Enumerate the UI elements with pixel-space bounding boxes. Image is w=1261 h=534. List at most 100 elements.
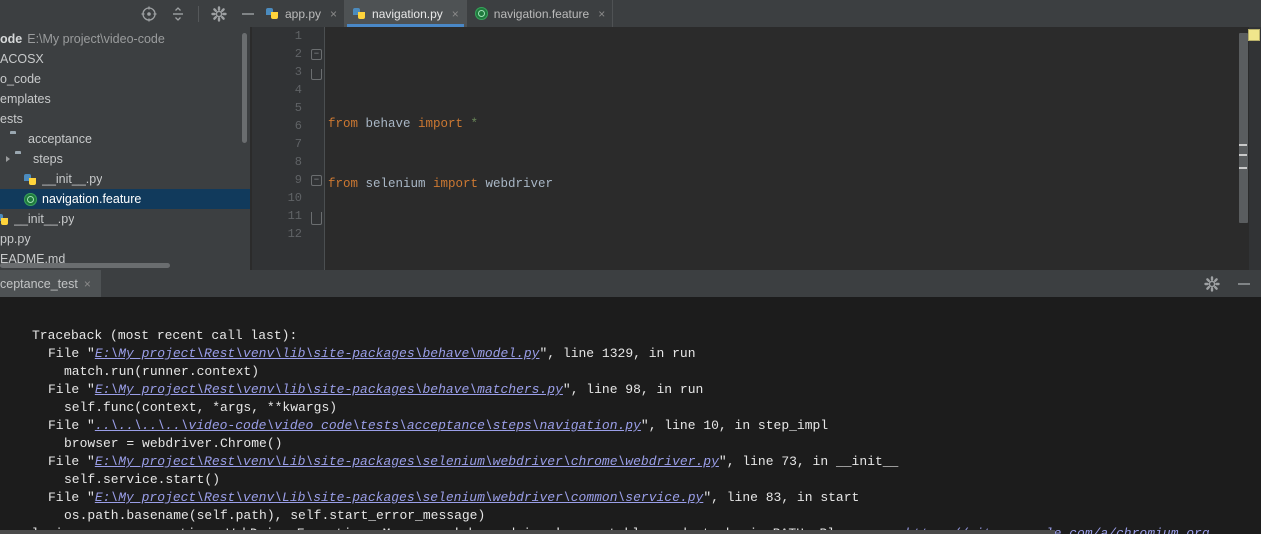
fold-end-icon[interactable] (311, 69, 322, 80)
code-text-area[interactable]: from behave import * from selenium impor… (328, 27, 1261, 270)
token-keyword: from (328, 117, 359, 131)
console-text: ", line 1329, in run (539, 346, 696, 361)
tree-item-project-root[interactable]: ode E:\My project\video-code (0, 29, 250, 49)
python-file-icon (0, 213, 9, 226)
console-tab-acceptance-test[interactable]: ceptance_test × (0, 270, 101, 297)
fold-collapse-icon[interactable]: − (311, 49, 322, 60)
tab-label: navigation.py (372, 6, 443, 21)
console-lines: Traceback (most recent call last): File "… (0, 327, 1261, 534)
close-icon[interactable]: × (452, 8, 459, 20)
console-horizontal-scrollbar[interactable] (0, 530, 1055, 534)
minimize-icon[interactable] (239, 5, 257, 23)
code-folding-gutter[interactable]: − − (310, 27, 324, 270)
console-output[interactable]: Traceback (most recent call last): File "… (0, 297, 1261, 534)
console-toolbar (0, 270, 1261, 297)
console-text: self.service.start() (64, 472, 221, 487)
file-path-link[interactable]: E:\My project\Rest\venv\Lib\site-package… (95, 490, 704, 505)
line-number: 6 (294, 119, 302, 133)
tree-item-label: steps (33, 152, 63, 166)
console-line: File "E:\My project\Rest\venv\lib\site-p… (0, 345, 1261, 363)
token-identifier: webdriver (478, 177, 554, 191)
stripe-marker[interactable] (1239, 154, 1247, 156)
tree-item-label: o_code (0, 72, 42, 86)
file-path-link[interactable]: E:\My project\Rest\venv\Lib\site-package… (95, 454, 719, 469)
console-text: os.path.basename(self.path), self.start_… (64, 508, 486, 523)
console-text: match.run(runner.context) (64, 364, 260, 379)
line-number: 12 (287, 227, 302, 241)
gear-icon[interactable] (210, 5, 228, 23)
close-icon[interactable]: × (330, 8, 337, 20)
tree-item-path: E:\My project\video-code (27, 32, 165, 46)
console-line: File "E:\My project\Rest\venv\lib\site-p… (0, 381, 1261, 399)
tree-item-o-code[interactable]: o_code (0, 69, 250, 89)
toolbar-divider (198, 5, 199, 22)
file-path-link[interactable]: E:\My project\Rest\venv\lib\site-package… (95, 346, 540, 361)
line-number: 9 (294, 173, 302, 187)
feature-file-icon (474, 7, 488, 20)
gutter-edge-divider (324, 27, 325, 270)
tree-item-tests[interactable]: ests (0, 109, 250, 129)
error-stripe-gutter[interactable] (1248, 27, 1261, 270)
console-text: browser = webdriver.Chrome() (64, 436, 283, 451)
console-line: os.path.basename(self.path), self.start_… (0, 507, 1261, 525)
tree-item-steps-init-py[interactable]: __init__.py (0, 169, 250, 189)
tree-item-label: navigation.feature (42, 192, 142, 206)
project-tree[interactable]: ode E:\My project\video-code ACOSX o_cod… (0, 27, 250, 270)
tree-item-macosx[interactable]: ACOSX (0, 49, 250, 69)
tree-item-app-py[interactable]: pp.py (0, 229, 250, 249)
tab-app-py[interactable]: app.py × (258, 0, 345, 27)
ide-window: app.py × navigation.py × navigation.feat… (0, 0, 1261, 534)
console-line: browser = webdriver.Chrome() (0, 435, 1261, 453)
fold-end-icon[interactable] (311, 212, 322, 225)
tab-divider (612, 0, 614, 27)
code-editor[interactable]: 1 2 3 4 5 6 7 8 9 10 11 12 − − from beha… (252, 27, 1261, 270)
minimize-icon[interactable] (1235, 275, 1253, 293)
code-line-3: from selenium import webdriver (328, 175, 1261, 193)
file-path-link[interactable]: ..\..\..\..\video-code\video code\tests\… (95, 418, 641, 433)
close-icon[interactable]: × (598, 8, 605, 20)
line-number: 11 (287, 209, 302, 223)
sidebar-vertical-scrollbar[interactable] (242, 33, 247, 143)
tree-item-steps[interactable]: steps (0, 149, 250, 169)
chevron-right-icon[interactable] (6, 156, 10, 162)
locate-icon[interactable] (140, 5, 158, 23)
tab-label: navigation.feature (493, 6, 590, 21)
tree-item-acceptance[interactable]: acceptance (0, 129, 250, 149)
folder-icon (10, 133, 23, 146)
console-text: ", line 98, in run (562, 382, 704, 397)
tree-item-init-py[interactable]: __init__.py (0, 209, 250, 229)
editor-vertical-scrollbar[interactable] (1239, 33, 1248, 223)
console-text: File " (48, 346, 95, 361)
tree-item-label: ACOSX (0, 52, 44, 66)
file-path-link[interactable]: E:\My project\Rest\venv\lib\site-package… (95, 382, 563, 397)
code-line-2: from behave import * (328, 115, 1261, 133)
warning-marker-icon[interactable] (1248, 29, 1260, 41)
tree-item-label: ests (0, 112, 23, 126)
project-toolbar-icons (140, 0, 257, 27)
console-line: self.service.start() (0, 471, 1261, 489)
python-file-icon (353, 7, 366, 20)
console-line: match.run(runner.context) (0, 363, 1261, 381)
tab-navigation-py[interactable]: navigation.py × (345, 0, 466, 27)
close-icon[interactable]: × (84, 277, 91, 291)
token-module: selenium (358, 177, 434, 191)
tab-navigation-feature[interactable]: navigation.feature × (466, 0, 613, 27)
gear-icon[interactable] (1203, 275, 1221, 293)
sidebar-horizontal-scrollbar[interactable] (0, 263, 170, 268)
top-toolbar: app.py × navigation.py × navigation.feat… (0, 0, 1261, 27)
token-keyword: import (433, 177, 479, 191)
line-number: 5 (294, 101, 302, 115)
tree-item-navigation-feature[interactable]: navigation.feature (0, 189, 250, 209)
line-number-gutter: 1 2 3 4 5 6 7 8 9 10 11 12 (252, 27, 310, 270)
tree-item-templates[interactable]: emplates (0, 89, 250, 109)
console-tab-label: ceptance_test (0, 276, 78, 291)
console-text: Traceback (most recent call last): (32, 328, 298, 343)
line-number: 3 (294, 65, 302, 79)
collapse-all-icon[interactable] (169, 5, 187, 23)
stripe-marker[interactable] (1239, 144, 1247, 146)
fold-collapse-icon[interactable]: − (311, 175, 322, 186)
stripe-marker[interactable] (1239, 167, 1247, 169)
console-line: File "..\..\..\..\video-code\video code\… (0, 417, 1261, 435)
